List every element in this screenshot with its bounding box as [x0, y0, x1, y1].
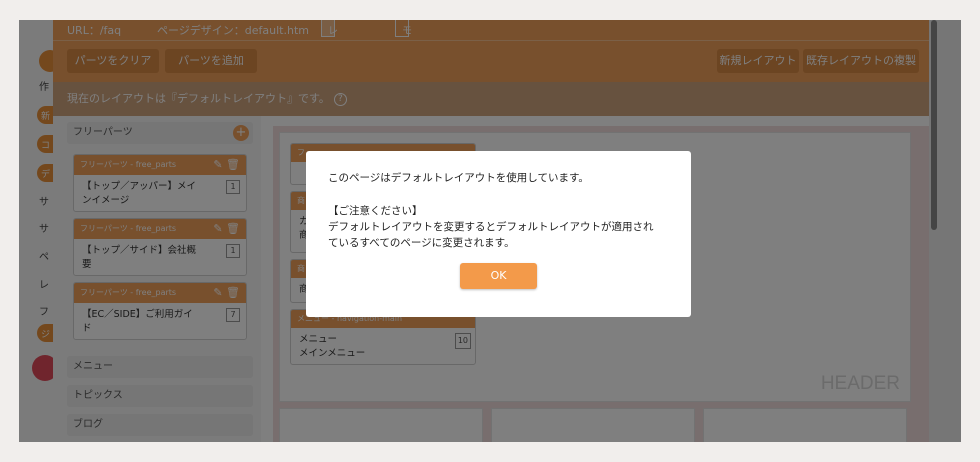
dialog-warning-text: デフォルトレイアウトを変更するとデフォルトレイアウトが適用され [328, 221, 654, 233]
screen: 作 新 コ デ サ サ ペ レ フ ジ URL：/faq ページデザイン：def… [19, 20, 961, 442]
dialog-message: このページはデフォルトレイアウトを使用しています。 [328, 172, 589, 184]
confirm-dialog: このページはデフォルトレイアウトを使用しています。 【ご注意ください】 デフォル… [306, 151, 691, 317]
ok-button[interactable]: OK [460, 263, 537, 289]
dialog-warning-title: 【ご注意ください】 [328, 205, 423, 217]
dialog-warning-text-cont: ているすべてのページに変更されます。 [328, 237, 515, 249]
